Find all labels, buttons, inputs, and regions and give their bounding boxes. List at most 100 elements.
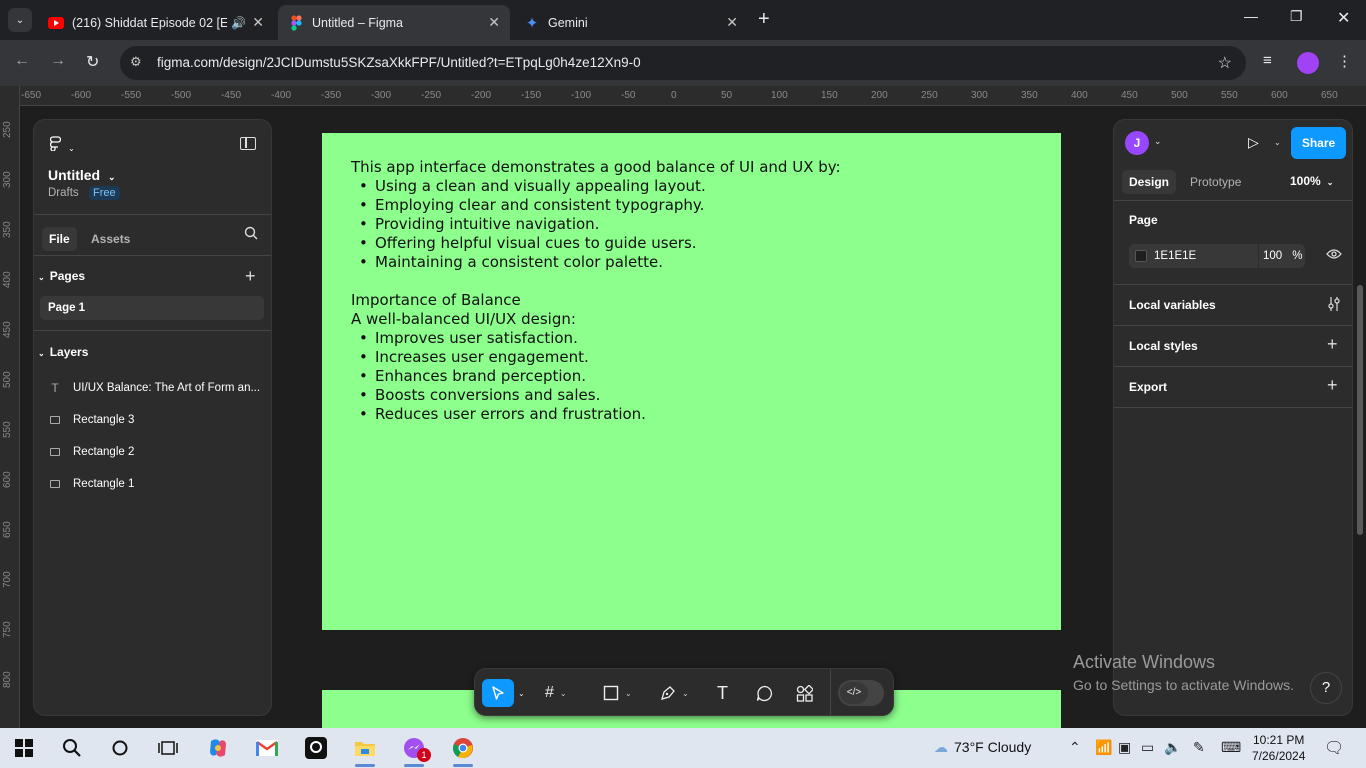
minimize-icon[interactable]: —: [1244, 8, 1258, 24]
tab-figma[interactable]: Untitled – Figma ✕: [278, 5, 510, 40]
keyboard-icon[interactable]: ⌨: [1221, 739, 1241, 756]
task-view-icon[interactable]: [155, 736, 181, 760]
toggle-sidebar-icon[interactable]: [240, 137, 256, 150]
battery-icon[interactable]: ▭: [1141, 739, 1154, 756]
figma-icon: [288, 14, 304, 31]
chevron-up-icon[interactable]: ⌃: [1069, 739, 1081, 756]
frame-tool-button[interactable]: # ⌄: [545, 679, 567, 707]
eye-icon[interactable]: [1326, 247, 1342, 263]
search-icon[interactable]: [59, 736, 85, 760]
site-info-icon[interactable]: ⚙: [130, 54, 142, 70]
profile-avatar[interactable]: [1297, 52, 1319, 74]
windows-start-icon[interactable]: [11, 736, 37, 760]
list-item: Boosts conversions and sales.: [351, 386, 1061, 405]
tab-youtube[interactable]: (216) Shiddat Episode 02 [E 🔊 ✕: [38, 5, 274, 40]
search-icon[interactable]: [244, 226, 258, 243]
figma-menu-icon[interactable]: ⌄: [49, 136, 75, 155]
speaker-icon[interactable]: 🔊: [231, 16, 246, 30]
chrome-menu-icon[interactable]: ⋮: [1337, 52, 1352, 70]
chevron-down-icon[interactable]: ⌄: [1154, 136, 1162, 147]
ruler-tick-label: 550: [2, 421, 13, 438]
media-control-icon[interactable]: ≡: [1263, 52, 1272, 69]
chrome-icon[interactable]: [450, 736, 476, 767]
forward-icon[interactable]: →: [50, 52, 66, 70]
system-clock[interactable]: 10:21 PM 7/26/2024: [1252, 732, 1305, 764]
network-icon[interactable]: 📶: [1095, 739, 1112, 756]
tab-design[interactable]: Design: [1122, 170, 1177, 194]
help-button[interactable]: ?: [1310, 672, 1342, 704]
tab-assets[interactable]: Assets: [84, 227, 137, 251]
zoom-menu[interactable]: 100% ⌄: [1290, 174, 1333, 188]
code-icon: </>: [840, 682, 868, 704]
pen-icon[interactable]: ✎: [1193, 739, 1205, 756]
restore-icon[interactable]: ❐: [1290, 8, 1303, 25]
export-label[interactable]: Export: [1129, 380, 1167, 394]
actions-tool-button[interactable]: [796, 679, 813, 707]
drafts-label[interactable]: Drafts: [48, 187, 79, 199]
ruler-tick-label: 350: [2, 221, 13, 238]
present-play-icon[interactable]: ▷: [1248, 134, 1259, 151]
url-text[interactable]: figma.com/design/2JCIDumstu5SKZsaXkkFPF/…: [157, 55, 641, 70]
add-export-icon[interactable]: +: [1327, 375, 1338, 396]
color-swatch[interactable]: [1135, 250, 1147, 262]
gmail-icon[interactable]: [254, 736, 280, 760]
reload-icon[interactable]: ↻: [86, 52, 99, 72]
close-window-icon[interactable]: ✕: [1337, 8, 1350, 28]
avatar[interactable]: J: [1125, 131, 1149, 155]
share-button[interactable]: Share: [1291, 127, 1346, 159]
tab-gemini[interactable]: ✦ Gemini ✕: [514, 5, 748, 40]
bookmark-star-icon[interactable]: ☆: [1218, 53, 1232, 73]
layers-section-header[interactable]: ⌄ Layers: [38, 345, 88, 359]
list-item: Employing clear and consistent typograph…: [351, 196, 1061, 215]
tab-prototype[interactable]: Prototype: [1183, 170, 1248, 194]
copilot-icon[interactable]: [205, 736, 231, 760]
comment-tool-button[interactable]: [756, 679, 773, 707]
ruler-tick-label: 600: [2, 471, 13, 488]
rectangle-layer-icon: [48, 477, 62, 491]
layer-item-text[interactable]: T UI/UX Balance: The Art of Form an...: [48, 381, 266, 395]
scrollbar[interactable]: [1357, 285, 1363, 535]
move-tool-button[interactable]: [482, 679, 514, 707]
back-icon[interactable]: ←: [14, 52, 30, 70]
page-item-page-1[interactable]: Page 1: [40, 296, 264, 320]
tools-toolbar: ⌄ # ⌄ ⌄ ⌄ T </>: [474, 668, 894, 716]
close-tab-icon[interactable]: ✕: [726, 14, 738, 31]
dev-mode-toggle[interactable]: </>: [838, 680, 884, 706]
weather-widget[interactable]: ☁ 73°F Cloudy: [934, 739, 1031, 756]
move-tool-caret[interactable]: ⌄: [518, 679, 525, 707]
messenger-icon[interactable]: 1: [401, 736, 431, 767]
close-tab-icon[interactable]: ✕: [488, 14, 500, 31]
local-variables-label[interactable]: Local variables: [1129, 298, 1216, 312]
add-style-icon[interactable]: +: [1327, 334, 1338, 355]
text-layer-icon: T: [51, 381, 59, 395]
add-page-icon[interactable]: +: [245, 266, 256, 287]
file-explorer-icon[interactable]: [352, 736, 378, 767]
layer-item-rectangle-2[interactable]: Rectangle 2: [48, 445, 266, 459]
layer-item-rectangle-1[interactable]: Rectangle 1: [48, 477, 266, 491]
local-styles-label[interactable]: Local styles: [1129, 339, 1198, 353]
layer-item-rectangle-3[interactable]: Rectangle 3: [48, 413, 266, 427]
github-icon[interactable]: [303, 736, 329, 760]
page-opacity-field[interactable]: 100%: [1259, 244, 1305, 268]
cortana-icon[interactable]: [107, 736, 133, 760]
ruler-tick-label: 50: [721, 90, 733, 101]
pen-tool-button[interactable]: ⌄: [660, 679, 689, 707]
meet-icon[interactable]: ▣: [1118, 739, 1131, 756]
volume-icon[interactable]: 🔈: [1164, 739, 1181, 756]
notification-icon[interactable]: 🗨: [1324, 738, 1344, 758]
new-tab-button[interactable]: +: [758, 8, 770, 31]
chevron-down-icon[interactable]: ⌄: [1274, 138, 1281, 147]
close-tab-icon[interactable]: ✕: [252, 14, 264, 31]
pages-section-header[interactable]: ⌄ Pages: [38, 269, 85, 283]
color-hex[interactable]: 1E1E1E: [1154, 250, 1196, 262]
tab-file[interactable]: File: [42, 227, 77, 251]
address-bar[interactable]: ⚙ figma.com/design/2JCIDumstu5SKZsaXkkFP…: [120, 46, 1246, 80]
page-color-field[interactable]: 1E1E1E: [1129, 244, 1258, 268]
tab-search-button[interactable]: ⌄: [8, 8, 32, 32]
variables-icon[interactable]: [1327, 296, 1341, 317]
rectangle-tool-button[interactable]: ⌄: [603, 679, 632, 707]
ruler-tick-label: 200: [871, 90, 888, 101]
artboard-rectangle-1[interactable]: This app interface demonstrates a good b…: [322, 133, 1061, 630]
text-tool-button[interactable]: T: [717, 679, 728, 707]
file-title[interactable]: Untitled ⌄: [48, 167, 116, 183]
